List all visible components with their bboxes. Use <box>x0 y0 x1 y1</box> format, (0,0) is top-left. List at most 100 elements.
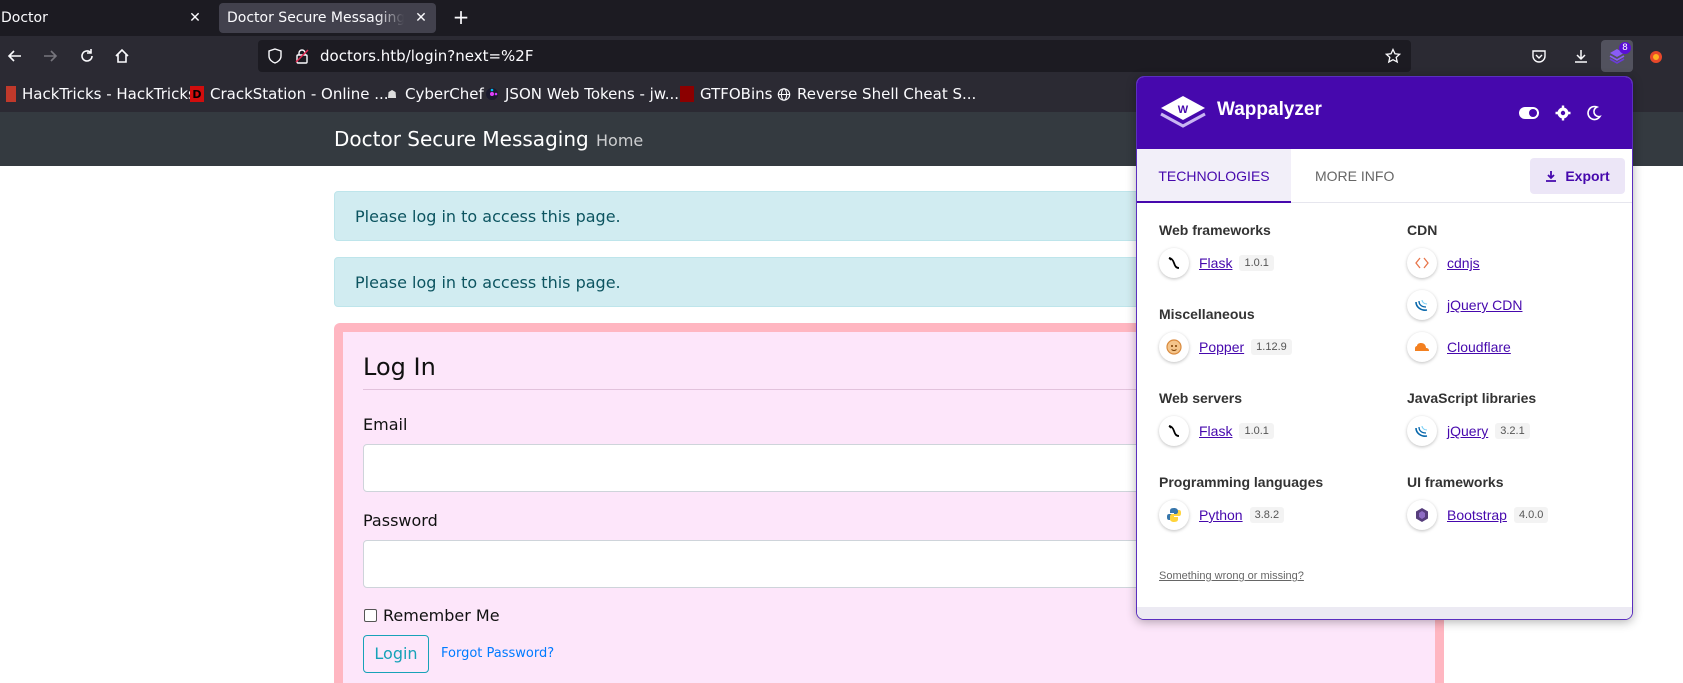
extension-badge: 8 <box>1619 42 1631 54</box>
hacktricks-icon <box>6 86 16 102</box>
remember-me-label[interactable]: Remember Me <box>383 606 500 625</box>
gtfobins-icon <box>680 86 694 102</box>
tab-more-info[interactable]: MORE INFO <box>1315 149 1394 203</box>
dark-mode-moon-icon[interactable] <box>1584 103 1604 123</box>
tech-link[interactable]: jQuery CDN <box>1447 297 1522 313</box>
tech-column-left: Web frameworks Flask 1.0.1 Miscellaneous… <box>1159 222 1323 558</box>
bookmark-star-icon[interactable] <box>1384 47 1402 64</box>
downloads-icon[interactable] <box>1565 40 1597 72</box>
tech-item: Bootstrap 4.0.0 <box>1407 498 1549 532</box>
flask-icon <box>1159 248 1189 278</box>
bookmark-label: CyberChef <box>405 85 484 103</box>
jquery-icon <box>1407 416 1437 446</box>
tech-item: Popper 1.12.9 <box>1159 330 1323 364</box>
jwt-icon <box>485 86 499 102</box>
tech-item: cdnjs <box>1407 246 1548 280</box>
category-cdn: CDN cdnjs jQuery CDN Cloudflare <box>1407 222 1548 364</box>
download-icon <box>1546 171 1557 182</box>
bookmark-label: Reverse Shell Cheat S... <box>797 85 977 103</box>
forward-icon[interactable] <box>38 44 62 68</box>
bookmark-hacktricks[interactable]: HackTricks - HackTricks <box>6 85 196 103</box>
tech-version: 1.0.1 <box>1239 255 1274 271</box>
url-bar[interactable]: doctors.htb/login?next=%2F <box>258 40 1411 72</box>
wappalyzer-header: W Wappalyzer <box>1137 77 1632 149</box>
tech-item: Flask 1.0.1 <box>1159 246 1323 280</box>
tab-technologies[interactable]: TECHNOLOGIES <box>1137 149 1291 203</box>
category-programming-languages: Programming languages Python 3.8.2 <box>1159 474 1323 532</box>
category-web-frameworks: Web frameworks Flask 1.0.1 <box>1159 222 1323 280</box>
cdnjs-icon <box>1407 248 1437 278</box>
bookmark-label: HackTricks - HackTricks <box>22 85 196 103</box>
bookmark-gtfobins[interactable]: GTFOBins <box>680 85 772 103</box>
category-javascript-libraries: JavaScript libraries jQuery 3.2.1 <box>1407 390 1548 448</box>
site-brand[interactable]: Doctor Secure Messaging <box>334 127 589 151</box>
something-wrong-link[interactable]: Something wrong or missing? <box>1159 570 1304 582</box>
bookmark-jwt[interactable]: JSON Web Tokens - jw... <box>485 85 679 103</box>
python-icon <box>1159 500 1189 530</box>
nav-home-link[interactable]: Home <box>596 131 643 150</box>
tech-version: 4.0.0 <box>1513 507 1549 523</box>
pocket-icon[interactable] <box>1523 40 1555 72</box>
email-label: Email <box>363 415 408 434</box>
tech-item: Python 3.8.2 <box>1159 498 1323 532</box>
category-title: Programming languages <box>1159 474 1324 490</box>
wappalyzer-extension-button[interactable]: 8 <box>1601 40 1633 72</box>
category-title: Web frameworks <box>1159 222 1271 238</box>
cyberchef-icon: ☗ <box>387 87 397 101</box>
tab-doctor-secure-messaging[interactable]: Doctor Secure Messaging - Login ✕ <box>219 3 436 33</box>
tech-column-right: CDN cdnjs jQuery CDN Cloudflare JavaScri… <box>1407 222 1549 558</box>
export-button[interactable]: Export <box>1530 158 1625 194</box>
bookmark-reverse-shell[interactable]: Reverse Shell Cheat S... <box>777 85 976 103</box>
svg-text:W: W <box>1178 104 1189 116</box>
tech-link[interactable]: jQuery <box>1447 423 1488 439</box>
remember-me-checkbox[interactable] <box>364 609 377 622</box>
nav-bar: doctors.htb/login?next=%2F 8 <box>0 36 1683 76</box>
lock-icon[interactable] <box>294 48 310 64</box>
url-text: doctors.htb/login?next=%2F <box>320 47 534 65</box>
bookmark-label: CrackStation - Online ... <box>210 85 389 103</box>
toggle-icon[interactable] <box>1519 103 1539 123</box>
tech-link[interactable]: Python <box>1199 507 1243 523</box>
tech-link[interactable]: cdnjs <box>1447 255 1480 271</box>
tech-link[interactable]: Bootstrap <box>1447 507 1507 523</box>
shield-icon[interactable] <box>267 48 283 64</box>
category-web-servers: Web servers Flask 1.0.1 <box>1159 390 1323 448</box>
tech-link[interactable]: Flask <box>1199 423 1232 439</box>
tab-title: Doctor <box>1 10 48 26</box>
export-label: Export <box>1565 168 1610 184</box>
tech-version: 3.8.2 <box>1249 507 1285 523</box>
tech-item: Flask 1.0.1 <box>1159 414 1323 448</box>
new-tab-icon[interactable]: + <box>450 6 472 28</box>
close-tab-icon[interactable]: ✕ <box>412 9 430 27</box>
bookmark-label: JSON Web Tokens - jw... <box>505 85 680 103</box>
reload-icon[interactable] <box>75 44 99 68</box>
extension-fire-icon[interactable] <box>1640 40 1672 72</box>
login-button[interactable]: Login <box>363 635 429 673</box>
wappalyzer-popup: W Wappalyzer TECHNOLOGIES MORE INFO Expo… <box>1136 76 1633 620</box>
tech-link[interactable]: Cloudflare <box>1447 339 1511 355</box>
gear-icon[interactable] <box>1553 103 1573 123</box>
close-tab-icon[interactable]: ✕ <box>186 9 204 27</box>
flask-icon <box>1159 416 1189 446</box>
popper-icon <box>1159 332 1189 362</box>
password-label: Password <box>363 511 438 530</box>
category-title: Miscellaneous <box>1159 306 1255 322</box>
tech-version: 1.0.1 <box>1239 423 1274 439</box>
tech-link[interactable]: Flask <box>1199 255 1232 271</box>
category-title: UI frameworks <box>1407 474 1504 490</box>
bookmark-cyberchef[interactable]: ☗ CyberChef <box>385 85 484 103</box>
back-icon[interactable] <box>3 44 27 68</box>
jquery-icon <box>1407 290 1437 320</box>
tab-doctor[interactable]: Doctor ✕ <box>0 3 210 33</box>
login-title: Log In <box>363 353 436 381</box>
tab-bar: Doctor ✕ Doctor Secure Messaging - Login… <box>0 0 1683 36</box>
bookmark-crackstation[interactable]: D CrackStation - Online ... <box>190 85 389 103</box>
bootstrap-icon <box>1407 500 1437 530</box>
popup-footer-strip <box>1137 607 1632 619</box>
tech-link[interactable]: Popper <box>1199 339 1244 355</box>
tech-item: jQuery 3.2.1 <box>1407 414 1548 448</box>
wappalyzer-logo-icon: W <box>1159 94 1207 132</box>
home-icon[interactable] <box>110 44 134 68</box>
wappalyzer-tabs: TECHNOLOGIES MORE INFO Export <box>1137 149 1632 203</box>
forgot-password-link[interactable]: Forgot Password? <box>441 646 554 661</box>
